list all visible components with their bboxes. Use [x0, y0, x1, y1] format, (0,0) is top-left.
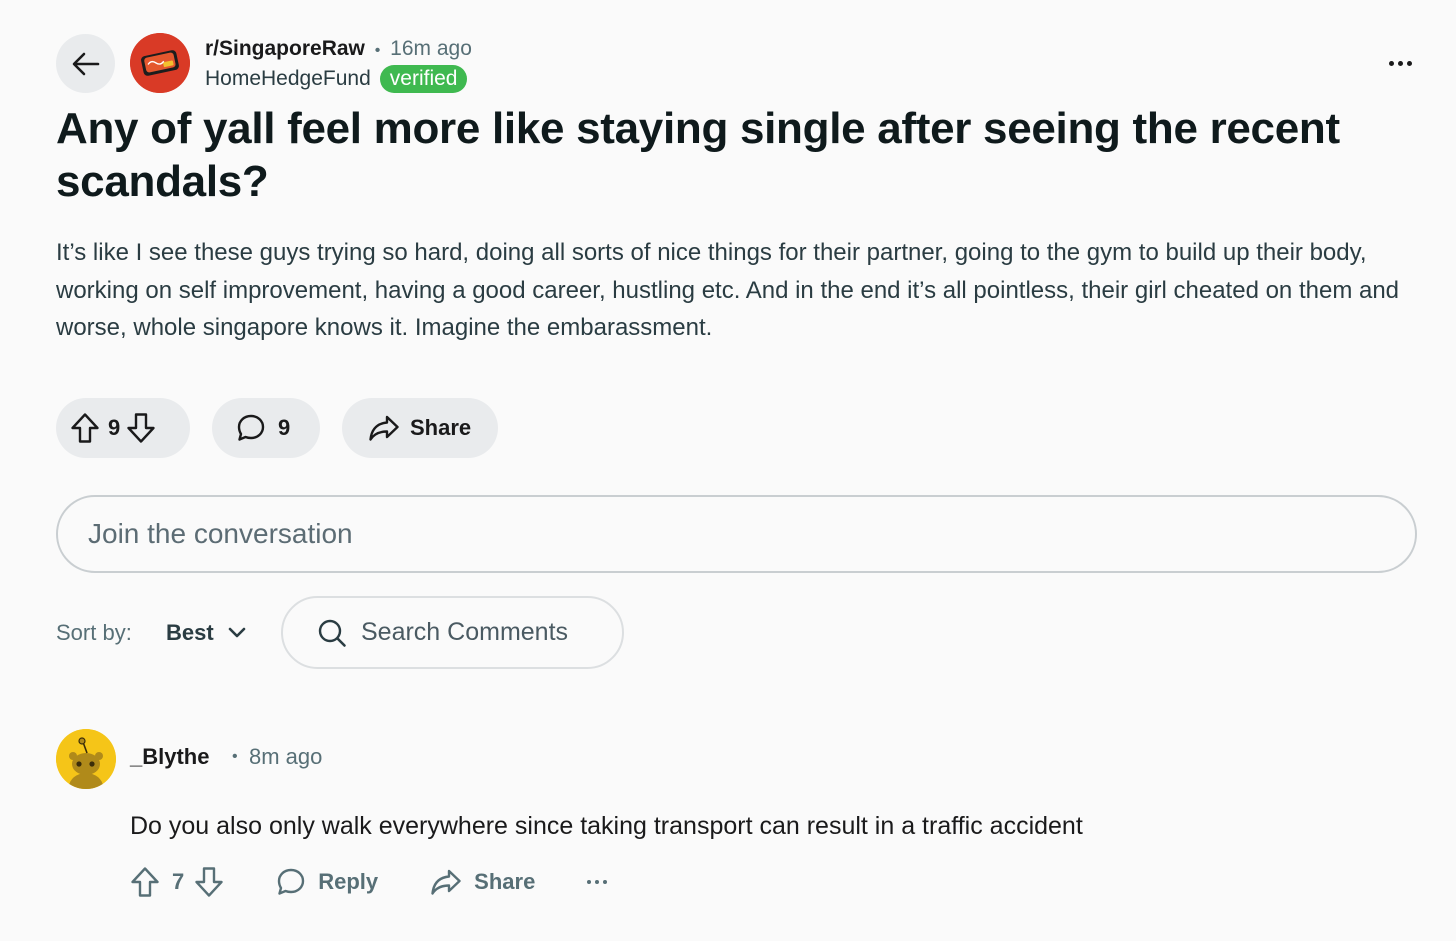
join-conversation-placeholder: Join the conversation: [88, 518, 353, 549]
comment-vote-count: 7: [172, 869, 185, 894]
share-button[interactable]: Share: [342, 398, 498, 458]
more-options-icon: [1388, 60, 1394, 66]
verified-badge: verified: [379, 65, 468, 93]
comment-count: 9: [278, 415, 291, 440]
post-title: Any of yall feel more like staying singl…: [56, 104, 1340, 206]
share-icon: [430, 868, 462, 896]
search-icon: [318, 619, 346, 647]
comment-author[interactable]: _Blythe: [130, 744, 209, 770]
post-meta: r/SingaporeRaw • 16m ago: [205, 36, 472, 64]
comment-time: 8m ago: [249, 744, 323, 769]
vote-count: 9: [108, 415, 121, 440]
more-options-icon-dot: [1406, 60, 1412, 66]
snoo-avatar-icon: [56, 729, 116, 789]
reply-button[interactable]: Reply: [276, 867, 378, 897]
downvote-icon[interactable]: [126, 412, 156, 444]
chevron-down-icon: [228, 627, 245, 638]
upvote-icon[interactable]: [70, 412, 100, 444]
reply-label: Reply: [318, 869, 379, 894]
subreddit-logo: [130, 33, 190, 93]
comment-share-label: Share: [474, 869, 536, 894]
share-icon: [368, 414, 400, 442]
upvote-icon[interactable]: [130, 866, 160, 898]
post-page: r/SingaporeRaw • 16m ago HomeHedgeFund v…: [0, 0, 1456, 941]
comments-button[interactable]: 9: [212, 398, 320, 458]
more-options-icon: [587, 880, 592, 884]
back-arrow-icon: [72, 52, 99, 75]
comment-icon: [236, 413, 266, 443]
vote-control: 9: [56, 398, 190, 458]
back-button[interactable]: [56, 34, 115, 93]
comment-more-options-button[interactable]: [587, 880, 608, 884]
post-time: 16m ago: [390, 37, 472, 60]
author-line: HomeHedgeFund verified: [205, 65, 468, 93]
meta-separator: •: [374, 42, 381, 59]
post-author[interactable]: HomeHedgeFund: [205, 65, 371, 93]
search-comments-placeholder: Search Comments: [361, 618, 569, 646]
more-options-button[interactable]: [1382, 50, 1418, 76]
sort-dropdown[interactable]: Best: [166, 620, 246, 646]
share-label: Share: [410, 415, 472, 440]
comment-share-button[interactable]: Share: [430, 868, 535, 896]
comment-actions: 7 Reply Share: [130, 862, 608, 902]
user-avatar[interactable]: [56, 729, 116, 789]
subreddit-avatar[interactable]: [130, 33, 190, 93]
search-comments-input[interactable]: Search Comments: [281, 596, 624, 669]
comment-vote-control: 7: [130, 866, 224, 898]
downvote-icon[interactable]: [194, 866, 224, 898]
post-body: It’s like I see these guys trying so har…: [56, 239, 1400, 341]
more-options-icon-dot: [603, 880, 608, 884]
subreddit-link[interactable]: r/SingaporeRaw: [205, 37, 365, 60]
reply-icon: [276, 867, 306, 897]
more-options-icon-dot: [595, 880, 600, 884]
more-options-icon-dot: [1397, 60, 1403, 66]
comment-body: Do you also only walk everywhere since t…: [130, 812, 1083, 840]
join-conversation-input[interactable]: Join the conversation: [56, 495, 1417, 573]
sort-selected: Best: [166, 620, 214, 645]
comment-meta-separator: •: [232, 748, 238, 765]
sort-label: Sort by:: [56, 620, 132, 645]
